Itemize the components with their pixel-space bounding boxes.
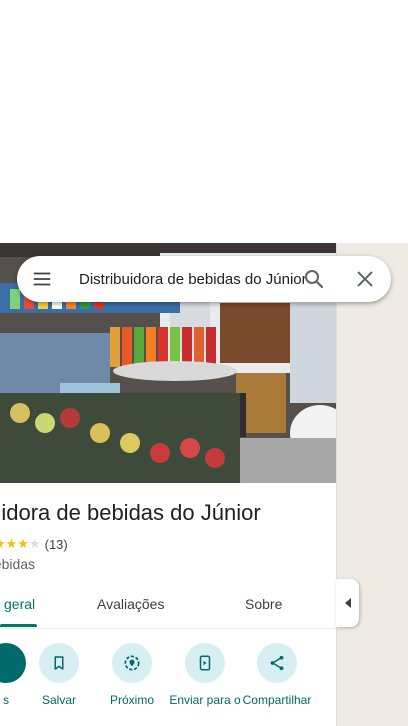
- nearby-label: Próximo: [109, 693, 154, 707]
- star-rating: ★★★★: [0, 536, 41, 551]
- search-bar: [17, 256, 391, 302]
- rating-row[interactable]: ★★★★ (13): [0, 536, 68, 552]
- send-to-phone-icon: [185, 643, 225, 683]
- search-input[interactable]: [79, 267, 305, 291]
- place-panel: ibuidora de bebidas do Júnior ★★★★ (13) …: [0, 243, 337, 726]
- save-button[interactable]: Salvar: [22, 643, 96, 707]
- bookmark-icon: [39, 643, 79, 683]
- collapse-panel-button[interactable]: [336, 579, 359, 627]
- save-label: Salvar: [41, 693, 76, 707]
- nearby-button[interactable]: Próximo: [95, 643, 169, 707]
- tab-about[interactable]: Sobre: [245, 596, 282, 612]
- share-label: Compartilhar: [242, 693, 312, 707]
- place-title: ibuidora de bebidas do Júnior: [0, 500, 261, 525]
- tab-indicator: [0, 624, 37, 627]
- share-icon: [257, 643, 297, 683]
- map-canvas[interactable]: [336, 243, 408, 726]
- review-count: (13): [44, 536, 68, 552]
- tab-overview[interactable]: geral: [4, 596, 35, 612]
- tab-reviews[interactable]: Avaliações: [97, 596, 164, 612]
- place-category[interactable]: bebidas: [0, 556, 35, 572]
- chevron-left-icon: [344, 598, 351, 608]
- nearby-icon: [112, 643, 152, 683]
- menu-icon[interactable]: [31, 268, 53, 290]
- search-icon[interactable]: [302, 267, 326, 291]
- send-to-phone-button[interactable]: Enviar para o: [168, 643, 242, 707]
- close-icon[interactable]: [354, 268, 376, 290]
- send-to-phone-label: Enviar para o: [169, 693, 241, 707]
- place-tabs: geral Avaliações Sobre: [0, 583, 336, 629]
- share-button[interactable]: Compartilhar: [240, 643, 314, 707]
